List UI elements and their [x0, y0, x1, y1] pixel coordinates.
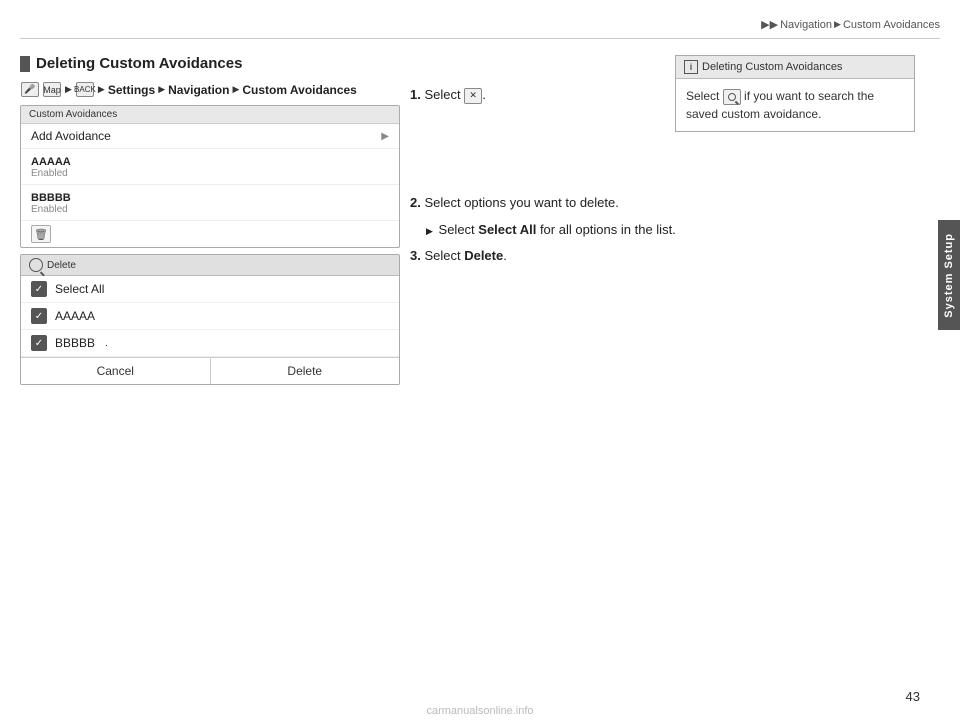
delete-bbbbb-row[interactable]: BBBBB .: [21, 330, 399, 357]
delete-aaaaa-label: AAAAA: [55, 309, 95, 323]
custom-avoidances-label: Custom Avoidances: [242, 83, 356, 97]
delete-icon-row: 🗑: [21, 221, 399, 247]
step-3: 3. Select Delete.: [410, 246, 915, 266]
add-avoidance-label: Add Avoidance: [31, 129, 111, 143]
panel2-header: Delete: [21, 255, 399, 276]
watermark: carmanualsonline.info: [426, 705, 533, 717]
step2-num: 2.: [410, 195, 421, 210]
step1-num: 1.: [410, 87, 421, 102]
info-box-body: Select if you want to search the saved c…: [676, 79, 914, 131]
aaaaa-title: AAAAA: [31, 156, 71, 168]
bbbbb-checkbox[interactable]: [31, 335, 47, 351]
info-box-header: i Deleting Custom Avoidances: [676, 56, 914, 79]
panel1-header: Custom Avoidances: [21, 106, 399, 124]
system-setup-tab[interactable]: System Setup: [938, 220, 960, 330]
page-number: 43: [906, 689, 920, 704]
breadcrumb-navigation: Navigation: [780, 19, 832, 31]
info-box-title: Deleting Custom Avoidances: [702, 61, 842, 73]
right-column: 1. Select ✕. 2. Select options you want …: [410, 55, 915, 273]
title-bar-decoration: [20, 56, 30, 72]
cancel-button[interactable]: Cancel: [21, 358, 211, 384]
step2-arrow: ▶: [426, 226, 433, 236]
custom-avoidances-panel: Custom Avoidances Add Avoidance ▶ AAAAA …: [20, 105, 400, 248]
header-divider: [20, 38, 940, 39]
section-title: Deleting Custom Avoidances: [20, 55, 400, 72]
step-2: 2. Select options you want to delete.: [410, 193, 915, 213]
aaaaa-checkbox[interactable]: [31, 308, 47, 324]
delete-button[interactable]: Delete: [211, 358, 400, 384]
add-avoidance-arrow: ▶: [381, 131, 389, 142]
breadcrumb-arrow1: ▶: [834, 19, 841, 30]
mic-icon: 🎤: [21, 82, 39, 97]
search-circle: [728, 93, 736, 101]
delete-bbbbb-label: BBBBB: [55, 336, 95, 350]
path-arrow1: ▶: [65, 84, 72, 95]
select-all-label: Select All: [55, 282, 104, 296]
aaaaa-status: Enabled: [31, 168, 71, 179]
trash-icon[interactable]: 🗑: [31, 225, 51, 243]
left-column: Deleting Custom Avoidances 🎤 Map ▶ BACK …: [20, 55, 400, 391]
select-all-row[interactable]: Select All: [21, 276, 399, 303]
bbbbb-dot: .: [105, 338, 108, 349]
aaaaa-info: AAAAA Enabled: [31, 154, 71, 179]
bbbbb-status: Enabled: [31, 204, 71, 215]
settings-label: Settings: [108, 83, 155, 97]
add-avoidance-row[interactable]: Add Avoidance ▶: [21, 124, 399, 149]
select-all-checkbox[interactable]: [31, 281, 47, 297]
path-arrow2: ▶: [98, 84, 105, 95]
path-arrow3: ▶: [158, 84, 165, 95]
system-setup-label: System Setup: [943, 233, 955, 318]
map-icon: Map: [43, 82, 61, 97]
path-arrow4: ▶: [232, 84, 239, 95]
info-icon: i: [684, 60, 698, 74]
aaaaa-row[interactable]: AAAAA Enabled: [21, 149, 399, 185]
nav-path: 🎤 Map ▶ BACK ▶ Settings ▶ Navigation ▶ C…: [20, 82, 400, 97]
panel2-header-label: Delete: [47, 260, 76, 271]
navigation-label: Navigation: [168, 83, 229, 97]
panel-footer: Cancel Delete: [21, 357, 399, 384]
step3-num: 3.: [410, 248, 421, 263]
bbbbb-row[interactable]: BBBBB Enabled: [21, 185, 399, 221]
breadcrumb-custom-avoidances: Custom Avoidances: [843, 19, 940, 31]
delete-panel: Delete Select All AAAAA BBBBB . Cancel D…: [20, 254, 400, 385]
info-search-icon: [723, 89, 741, 105]
step1-icon: ✕: [464, 88, 482, 104]
delete-aaaaa-row[interactable]: AAAAA: [21, 303, 399, 330]
section-title-text: Deleting Custom Avoidances: [36, 55, 242, 72]
step-2-sub: ▶ Select Select All for all options in t…: [426, 220, 915, 240]
back-icon: BACK: [76, 82, 94, 97]
breadcrumb: ▶▶ Navigation ▶ Custom Avoidances: [761, 18, 940, 31]
bbbbb-title: BBBBB: [31, 192, 71, 204]
search-icon[interactable]: [29, 258, 43, 272]
main-content: Deleting Custom Avoidances 🎤 Map ▶ BACK …: [20, 55, 915, 682]
breadcrumb-arrows: ▶▶: [761, 18, 778, 31]
bbbbb-info: BBBBB Enabled: [31, 190, 71, 215]
info-box: i Deleting Custom Avoidances Select if y…: [675, 55, 915, 132]
info-body-select: Select: [686, 89, 723, 103]
